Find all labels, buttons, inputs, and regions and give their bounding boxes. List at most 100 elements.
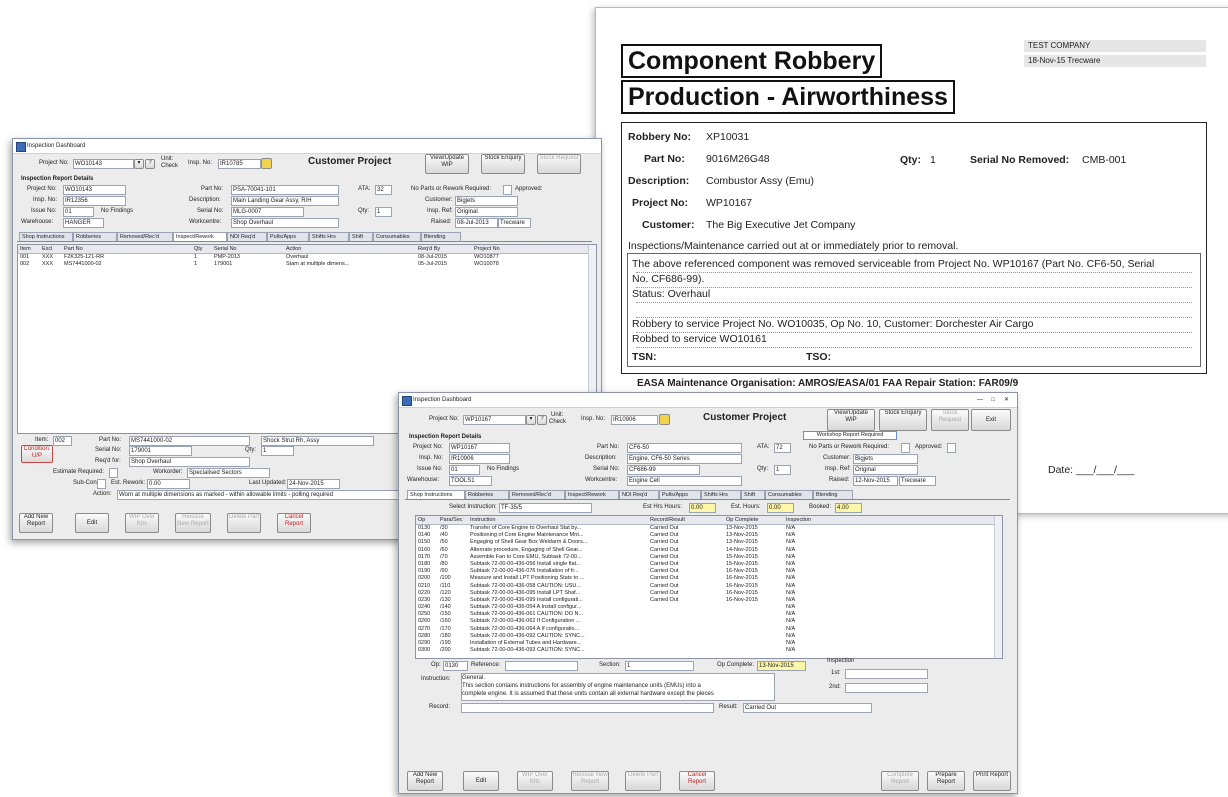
dropdown-arrow-icon[interactable]: ▾ xyxy=(134,159,144,169)
table-row[interactable]: 0190/90 Subtask 72-00-00-436-076 Installa… xyxy=(416,568,1002,575)
stock-enquiry-button[interactable]: Stock Enquiry xyxy=(879,409,927,431)
help-icon[interactable]: ? xyxy=(145,159,155,169)
reissue-report-button[interactable]: Reissue New Report xyxy=(175,513,211,533)
reissue-report-button[interactable]: Reissue New Report xyxy=(571,771,609,791)
estimate-required-checkbox[interactable] xyxy=(109,468,118,478)
table-row[interactable]: 0150/50 Engaging of Shell Gear Box Weldar… xyxy=(416,539,1002,546)
close-icon[interactable]: ✕ xyxy=(1004,396,1009,404)
no-parts-checkbox[interactable] xyxy=(901,443,910,453)
workcentre-field[interactable]: Engine Cell xyxy=(627,476,742,486)
op-complete-field[interactable]: 13-Nov-2015 xyxy=(757,661,806,671)
tab-item[interactable]: NDI Req'd xyxy=(227,232,267,241)
table-row[interactable]: 0290/190 Installation of External Tubes a… xyxy=(416,640,1002,647)
issue-no-field[interactable]: 01 xyxy=(449,465,480,475)
maximize-icon[interactable]: □ xyxy=(991,396,995,404)
table-row[interactable]: 0280/180 Subtask 72-00-00-436-092 CAUTION… xyxy=(416,633,1002,640)
add-new-report-button[interactable]: Add New Report xyxy=(407,771,443,791)
tab-item[interactable]: Removed/Rec'd xyxy=(117,232,173,241)
column-header[interactable]: Inspection xyxy=(786,516,846,524)
section-field[interactable]: 1 xyxy=(625,661,694,671)
raised-date-field[interactable]: 12-Nov-2015 xyxy=(853,476,898,486)
column-header[interactable]: Project No xyxy=(474,245,534,253)
qty-field[interactable]: 1 xyxy=(261,446,294,456)
condition-button[interactable]: Condition: U/P xyxy=(21,445,53,463)
wip-over-kits-button[interactable]: WIP Over Kits xyxy=(125,513,159,533)
project-no-field[interactable]: WO10143 xyxy=(63,185,126,195)
customer-field[interactable]: Bigjets xyxy=(853,454,918,464)
qty-field[interactable]: 1 xyxy=(774,465,791,475)
column-header[interactable]: Excl xyxy=(42,245,62,253)
tab-item[interactable]: Consumables xyxy=(373,232,421,241)
stock-request-button[interactable]: Stock Request xyxy=(931,409,969,431)
table-row[interactable]: 0180/80 Subtask 72-00-00-436-056 Install … xyxy=(416,561,1002,568)
table-row[interactable]: 0230/130 Subtask 72-00-00-436-099 Install… xyxy=(416,597,1002,604)
description-field[interactable]: Main Landing Gear Assy, R/H xyxy=(231,196,339,206)
reference-field[interactable] xyxy=(505,661,578,671)
serial-no-field[interactable]: MLG-0007 xyxy=(231,207,304,217)
tab-item[interactable]: Shop Instructions xyxy=(407,490,465,499)
table-row[interactable]: 0260/160 Subtask 72-00-00-436-062 If Conf… xyxy=(416,618,1002,625)
table-row[interactable]: 002 XXX MS7441000-02 1 179001 Stam at multipl… xyxy=(18,261,596,268)
table-row[interactable]: 0220/120 Subtask 72-00-00-436-095 Install… xyxy=(416,590,1002,597)
cancel-report-button[interactable]: Cancel Report xyxy=(277,513,311,533)
help-icon[interactable]: ? xyxy=(537,415,547,425)
delete-part-button[interactable]: Delete Part xyxy=(625,771,661,791)
raised-by-field[interactable]: Trecware xyxy=(899,476,936,486)
op-field[interactable]: 0130 xyxy=(443,661,468,671)
approved-checkbox[interactable] xyxy=(947,443,956,453)
tab-item[interactable]: Pulls/Apps xyxy=(659,490,701,499)
tab-item[interactable]: Removed/Rec'd xyxy=(509,490,565,499)
minimize-icon[interactable]: — xyxy=(977,396,983,404)
delete-part-button[interactable]: Delete Part xyxy=(227,513,261,533)
table-row[interactable]: 0300/200 Subtask 72-00-00-436-093 CAUTION… xyxy=(416,647,1002,654)
tab-item[interactable]: Shift xyxy=(741,490,765,499)
vertical-scrollbar[interactable] xyxy=(994,516,1002,658)
stock-enquiry-button[interactable]: Stock Enquiry xyxy=(481,154,525,174)
part-no-field[interactable]: PSA-70041-101 xyxy=(231,185,339,195)
prepare-report-button[interactable]: Prepare Report xyxy=(927,771,965,791)
issue-no-field[interactable]: 01 xyxy=(63,207,94,217)
est-hours-field[interactable]: 0.00 xyxy=(767,503,794,513)
table-row[interactable]: 0240/140 Subtask 72-00-00-436-054 A Insta… xyxy=(416,604,1002,611)
est-rework-field[interactable]: 0.00 xyxy=(147,479,190,489)
est-hrs-hours-field[interactable]: 0.00 xyxy=(689,503,716,513)
table-row[interactable]: 001 XXX F2K325-121-RR 1 PMP-2013 Overhaul 08-J… xyxy=(18,254,596,261)
project-no-combo[interactable]: WP10167 xyxy=(463,415,526,425)
serial-no-field[interactable]: CF686-99 xyxy=(627,465,700,475)
serial-no-field[interactable]: 179001 xyxy=(129,446,192,456)
edit-button[interactable]: Edit xyxy=(463,771,499,791)
last-updated-field[interactable]: 24-Nov-2015 xyxy=(287,479,340,489)
folder-icon[interactable] xyxy=(659,414,670,425)
result-field[interactable]: Carried Out xyxy=(743,703,872,713)
select-instruction-combo[interactable]: TF-35/5 xyxy=(499,503,592,513)
column-header[interactable]: Op Complete xyxy=(726,516,784,524)
tab-item[interactable]: Robberies xyxy=(73,232,117,241)
print-report-button[interactable]: Print Report xyxy=(973,771,1011,791)
column-header[interactable]: Record/Result xyxy=(650,516,724,524)
edit-button[interactable]: Edit xyxy=(75,513,109,533)
ata-field[interactable]: 32 xyxy=(375,185,392,195)
tab-item[interactable]: Shifts Hrs xyxy=(309,232,349,241)
complete-report-button[interactable]: Complete Report xyxy=(881,771,919,791)
raised-by-field[interactable]: Trecware xyxy=(498,218,531,228)
warehouse-combo[interactable]: TOOLS1 xyxy=(449,476,492,486)
exit-button[interactable]: Exit xyxy=(971,409,1011,431)
tab-item[interactable]: NDI Req'd xyxy=(619,490,659,499)
dropdown-arrow-icon[interactable]: ▾ xyxy=(526,415,536,425)
folder-icon[interactable] xyxy=(261,158,272,169)
no-parts-checkbox[interactable] xyxy=(503,185,512,195)
shop-instructions-grid[interactable]: Op Para/Sec Instruction Record/Result Op Com… xyxy=(415,515,1003,659)
column-header[interactable]: Qty xyxy=(194,245,212,253)
column-header[interactable]: Action xyxy=(286,245,416,253)
cancel-report-button[interactable]: Cancel Report xyxy=(679,771,715,791)
qty-field[interactable]: 1 xyxy=(375,207,392,217)
table-row[interactable]: 0210/110 Subtask 72-00-00-436-058 CAUTION… xyxy=(416,583,1002,590)
insp-no-combo[interactable]: IR10906 xyxy=(611,415,658,425)
sub-con-checkbox[interactable] xyxy=(97,479,106,489)
part-no-field[interactable]: MS7441000-02 xyxy=(129,436,250,446)
project-no-combo[interactable]: WO10143 xyxy=(73,159,134,169)
table-row[interactable]: 0160/60 Alternate procedure, Engaging of … xyxy=(416,547,1002,554)
booked-field[interactable]: 4.00 xyxy=(835,503,862,513)
project-no-field[interactable]: WP10167 xyxy=(449,443,510,453)
insp-ref-field[interactable]: Original xyxy=(853,465,918,475)
